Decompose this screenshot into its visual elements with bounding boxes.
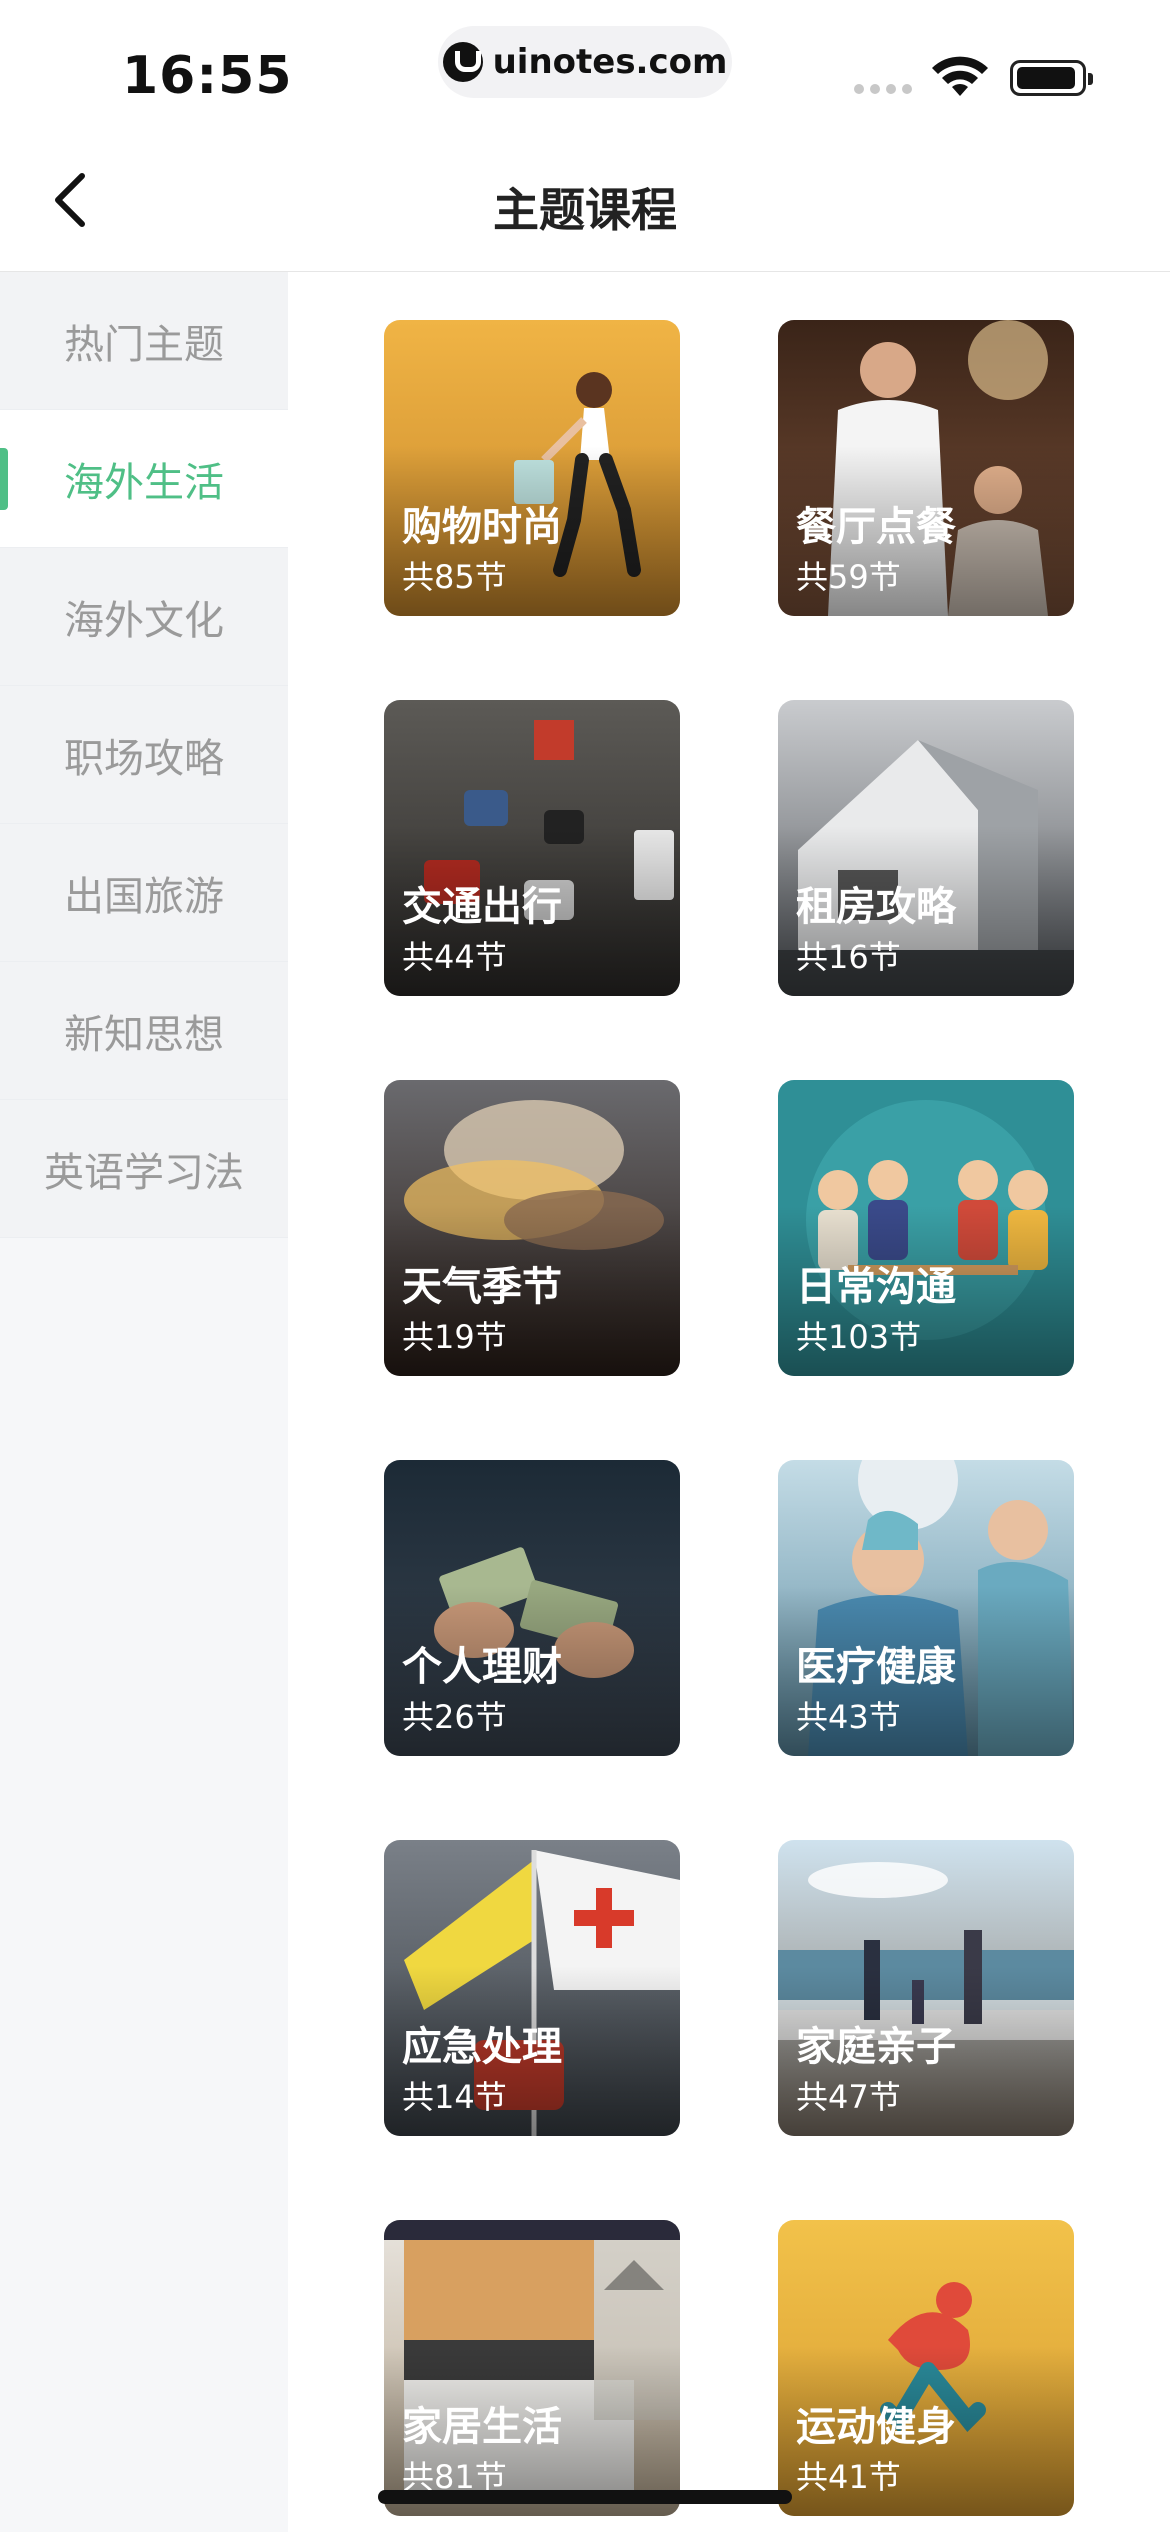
sidebar-item-travel[interactable]: 出国旅游 xyxy=(0,824,288,962)
course-card-transport[interactable]: 交通出行 共44节 xyxy=(384,700,680,996)
category-sidebar: 热门主题 海外生活 海外文化 职场攻略 出国旅游 新知思想 英语学习法 xyxy=(0,272,288,2532)
card-count: 共59节 xyxy=(796,558,901,596)
sidebar-item-label: 出国旅游 xyxy=(64,873,224,920)
nav-bar: 主题课程 xyxy=(0,130,1170,272)
home-indicator xyxy=(378,2490,792,2504)
card-title: 交通出行 xyxy=(402,884,562,930)
card-title: 家庭亲子 xyxy=(796,2024,956,2070)
card-count: 共44节 xyxy=(402,938,507,976)
sidebar-item-label: 海外文化 xyxy=(64,597,224,644)
course-card-weather[interactable]: 天气季节 共19节 xyxy=(384,1080,680,1376)
card-title: 运动健身 xyxy=(796,2404,956,2450)
sidebar-item-overseas-culture[interactable]: 海外文化 xyxy=(0,548,288,686)
card-title: 购物时尚 xyxy=(402,504,562,550)
course-card-home-life[interactable]: 家居生活 共81节 xyxy=(384,2220,680,2516)
sidebar-item-english-method[interactable]: 英语学习法 xyxy=(0,1100,288,1238)
sidebar-item-new-ideas[interactable]: 新知思想 xyxy=(0,962,288,1100)
sidebar-item-hot-topics[interactable]: 热门主题 xyxy=(0,272,288,410)
card-count: 共41节 xyxy=(796,2458,901,2496)
card-count: 共43节 xyxy=(796,1698,901,1736)
course-card-finance[interactable]: 个人理财 共26节 xyxy=(384,1460,680,1756)
sidebar-item-label: 新知思想 xyxy=(64,1011,224,1058)
battery-icon xyxy=(1010,60,1093,96)
course-card-emergency[interactable]: 应急处理 共14节 xyxy=(384,1840,680,2136)
course-card-daily-communication[interactable]: 日常沟通 共103节 xyxy=(778,1080,1074,1376)
sidebar-item-label: 海外生活 xyxy=(64,459,224,506)
wifi-icon xyxy=(932,56,988,96)
course-card-renting[interactable]: 租房攻略 共16节 xyxy=(778,700,1074,996)
page-title: 主题课程 xyxy=(493,183,677,237)
sidebar-item-label: 职场攻略 xyxy=(64,735,224,782)
card-count: 共103节 xyxy=(796,1318,922,1356)
card-count: 共26节 xyxy=(402,1698,507,1736)
sidebar-item-label: 热门主题 xyxy=(64,321,224,368)
card-title: 日常沟通 xyxy=(796,1264,956,1310)
status-time: 16:55 xyxy=(122,46,293,106)
signal-icon xyxy=(854,84,912,94)
sidebar-item-label: 英语学习法 xyxy=(44,1149,244,1196)
course-card-fitness[interactable]: 运动健身 共41节 xyxy=(778,2220,1074,2516)
card-title: 医疗健康 xyxy=(796,1644,956,1690)
card-title: 餐厅点餐 xyxy=(796,504,956,550)
course-card-shopping[interactable]: 购物时尚 共85节 xyxy=(384,320,680,616)
status-bar: 16:55 uinotes.com xyxy=(0,0,1170,130)
card-count: 共16节 xyxy=(796,938,901,976)
card-count: 共47节 xyxy=(796,2078,901,2116)
card-title: 个人理财 xyxy=(402,1644,562,1690)
course-card-restaurant[interactable]: 餐厅点餐 共59节 xyxy=(778,320,1074,616)
url-text: uinotes.com xyxy=(492,42,728,82)
site-logo-icon xyxy=(442,42,483,82)
card-count: 共85节 xyxy=(402,558,507,596)
url-pill[interactable]: uinotes.com xyxy=(438,26,732,98)
sidebar-item-overseas-life[interactable]: 海外生活 xyxy=(0,410,288,548)
sidebar-item-workplace[interactable]: 职场攻略 xyxy=(0,686,288,824)
card-count: 共14节 xyxy=(402,2078,507,2116)
card-title: 家居生活 xyxy=(402,2404,562,2450)
card-title: 租房攻略 xyxy=(796,884,956,930)
card-title: 天气季节 xyxy=(402,1264,562,1310)
course-card-health[interactable]: 医疗健康 共43节 xyxy=(778,1460,1074,1756)
course-card-family[interactable]: 家庭亲子 共47节 xyxy=(778,1840,1074,2136)
card-count: 共19节 xyxy=(402,1318,507,1356)
card-title: 应急处理 xyxy=(402,2024,562,2070)
